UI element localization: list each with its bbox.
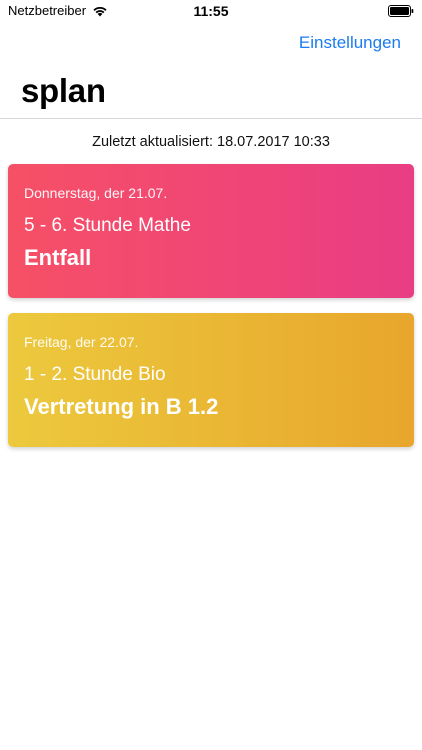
substitution-card[interactable]: Donnerstag, der 21.07. 5 - 6. Stunde Mat… bbox=[8, 164, 414, 298]
card-date: Freitag, der 22.07. bbox=[24, 334, 139, 350]
card-status: Entfall bbox=[24, 245, 92, 270]
card-lesson: 5 - 6. Stunde Mathe bbox=[24, 215, 191, 236]
card-date: Donnerstag, der 21.07. bbox=[24, 185, 168, 201]
status-bar: Netzbetreiber 11:55 bbox=[0, 0, 422, 22]
settings-button[interactable]: Einstellungen bbox=[299, 33, 401, 53]
battery-icon bbox=[388, 5, 414, 17]
header-divider bbox=[0, 118, 422, 119]
substitution-card[interactable]: Freitag, der 22.07. 1 - 2. Stunde Bio Ve… bbox=[8, 313, 414, 447]
last-updated-label: Zuletzt aktualisiert: 18.07.2017 10:33 bbox=[92, 134, 330, 150]
status-time: 11:55 bbox=[193, 3, 229, 19]
card-status: Vertretung in B 1.2 bbox=[24, 394, 219, 419]
page-title: splan bbox=[21, 72, 106, 109]
card-lesson: 1 - 2. Stunde Bio bbox=[24, 364, 166, 385]
